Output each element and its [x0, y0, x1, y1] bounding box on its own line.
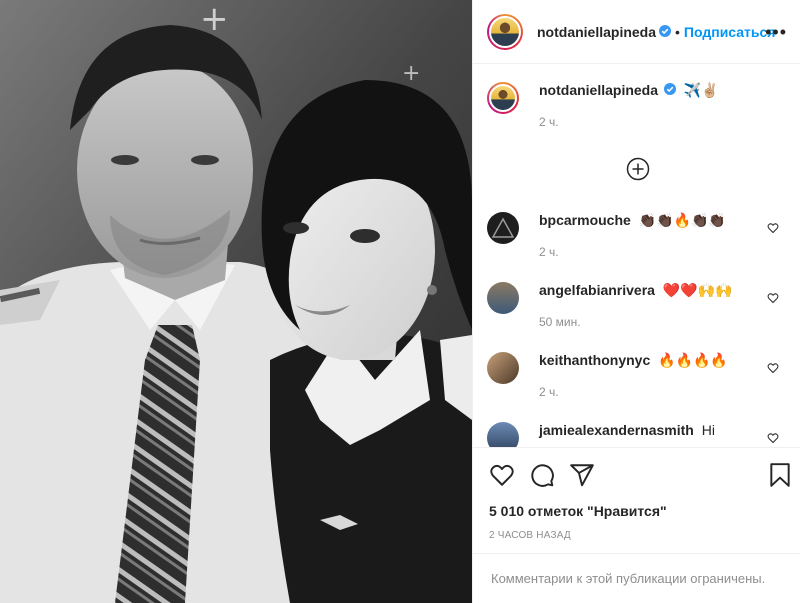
comment-username[interactable]: bpcarmouche — [539, 212, 631, 228]
comment-avatar[interactable] — [487, 352, 519, 384]
svg-text:+: + — [402, 61, 420, 86]
post-photo-illustration: + + — [0, 0, 472, 603]
comment-username[interactable]: keithanthonynyc — [539, 352, 650, 368]
comment-text: ❤️❤️🙌🙌 — [662, 282, 733, 298]
comment-like-heart-icon[interactable] — [767, 292, 779, 304]
caption-username[interactable]: notdaniellapineda — [539, 82, 658, 98]
comment-avatar[interactable] — [487, 422, 519, 447]
caption-text: ✈️✌🏼 — [683, 82, 719, 98]
comment-body: keithanthonynyc 🔥🔥🔥🔥 2 ч. — [539, 352, 779, 399]
share-icon[interactable] — [569, 462, 595, 488]
comment-username[interactable]: jamiealexandernasmith — [539, 422, 694, 438]
comment-body: bpcarmouche 👏🏿👏🏿🔥👏🏿👏🏿 2 ч. — [539, 212, 779, 259]
comment-like-heart-icon[interactable] — [767, 222, 779, 234]
comment-like-heart-icon[interactable] — [767, 432, 779, 444]
plus-circle-icon — [626, 157, 650, 181]
caption-time[interactable]: 2 ч. — [539, 115, 779, 129]
author-avatar-image — [489, 15, 521, 48]
caption-avatar-image — [489, 84, 517, 112]
load-more-comments-button[interactable] — [626, 157, 650, 181]
caption-avatar[interactable] — [487, 82, 519, 114]
comment-like-heart-icon[interactable] — [767, 362, 779, 374]
comment-time[interactable]: 50 мин. — [539, 315, 779, 329]
comment-icon[interactable] — [529, 462, 555, 488]
comment-avatar[interactable] — [487, 212, 519, 244]
caption-body: notdaniellapineda ✈️✌🏼 2 ч. — [539, 82, 779, 129]
comment-text: 👏🏿👏🏿🔥👏🏿👏🏿 — [638, 212, 726, 228]
post-photo[interactable]: + + — [0, 0, 472, 603]
verified-badge-icon — [659, 24, 672, 40]
comment-time[interactable]: 2 ч. — [539, 385, 779, 399]
verified-badge-icon — [663, 82, 680, 98]
post-timestamp[interactable]: 2 ЧАСОВ НАЗАД — [489, 530, 571, 541]
comment-text: Hi — [701, 422, 715, 438]
post-actions-bar — [473, 447, 800, 503]
follow-button[interactable]: Подписаться — [684, 24, 776, 40]
comments-limited-notice: Комментарии к этой публикации ограничены… — [473, 553, 800, 603]
likes-count[interactable]: 5 010 отметок "Нравится" — [489, 503, 667, 519]
author-avatar[interactable] — [487, 13, 523, 50]
comment-avatar[interactable] — [487, 282, 519, 314]
more-options-icon[interactable]: ••• — [765, 22, 787, 43]
comment-username[interactable]: angelfabianrivera — [539, 282, 655, 298]
author-username[interactable]: notdaniellapineda — [537, 24, 656, 40]
comment-text: 🔥🔥🔥🔥 — [658, 352, 728, 368]
comment-body: angelfabianrivera ❤️❤️🙌🙌 50 мин. — [539, 282, 779, 329]
post-header: notdaniellapineda • Подписаться ••• — [473, 0, 800, 64]
heart-icon[interactable] — [489, 462, 515, 488]
header-separator: • — [675, 23, 680, 40]
instagram-post: + + notdaniellapineda • Подписаться ••• … — [0, 0, 800, 603]
comments-list[interactable]: notdaniellapineda ✈️✌🏼 2 ч. bpcarmouche … — [473, 64, 800, 447]
comment-time[interactable]: 2 ч. — [539, 245, 779, 259]
comment-body: jamiealexandernasmith Hi — [539, 422, 779, 438]
bookmark-icon[interactable] — [767, 462, 793, 488]
post-side-panel: notdaniellapineda • Подписаться ••• notd… — [472, 0, 800, 603]
